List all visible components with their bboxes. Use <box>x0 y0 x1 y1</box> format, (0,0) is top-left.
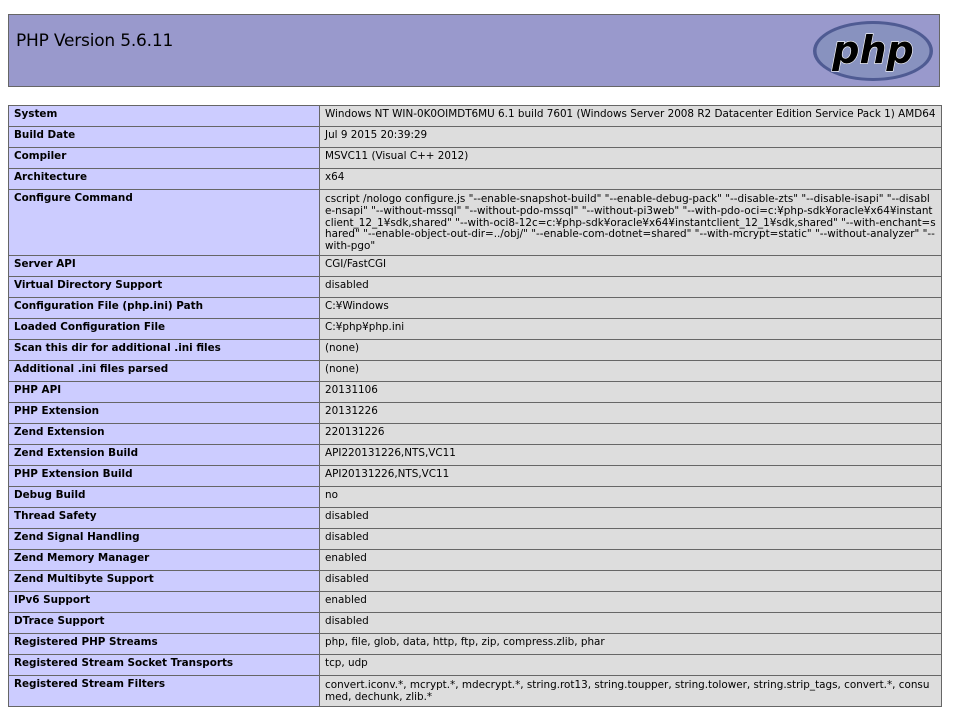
page-header: PHP Version 5.6.11 php <box>8 14 940 87</box>
table-row: Zend Signal Handling disabled <box>8 527 942 550</box>
row-value: 20131106 <box>319 380 942 403</box>
row-value: API20131226,NTS,VC11 <box>319 464 942 487</box>
row-label: DTrace Support <box>8 611 320 634</box>
row-label: Zend Extension <box>8 422 320 445</box>
php-logo-text: php <box>831 28 913 72</box>
row-value: MSVC11 (Visual C++ 2012) <box>319 147 942 169</box>
row-value: cscript /nologo configure.js "--enable-s… <box>319 189 942 256</box>
info-table-body: System Windows NT WIN-0K0OIMDT6MU 6.1 bui… <box>8 105 942 707</box>
row-label: Zend Multibyte Support <box>8 569 320 592</box>
row-label: Architecture <box>8 168 320 190</box>
row-label: Zend Signal Handling <box>8 527 320 550</box>
row-label: Configure Command <box>8 189 320 256</box>
row-value: (none) <box>319 338 942 361</box>
row-label: Configuration File (php.ini) Path <box>8 296 320 319</box>
row-label: Zend Memory Manager <box>8 548 320 571</box>
row-value: disabled <box>319 569 942 592</box>
table-row: Registered Stream Socket Transports tcp, … <box>8 653 942 676</box>
table-row: DTrace Support disabled <box>8 611 942 634</box>
row-label: PHP API <box>8 380 320 403</box>
page-title: PHP Version 5.6.11 <box>16 31 174 51</box>
row-label: Debug Build <box>8 485 320 508</box>
row-value: disabled <box>319 506 942 529</box>
row-value: convert.iconv.*, mcrypt.*, mdecrypt.*, s… <box>319 674 942 707</box>
row-value: enabled <box>319 590 942 613</box>
row-label: Virtual Directory Support <box>8 275 320 298</box>
table-row: Registered PHP Streams php, file, glob, d… <box>8 632 942 655</box>
row-value: C:¥Windows <box>319 296 942 319</box>
table-row: Virtual Directory Support disabled <box>8 275 942 298</box>
table-row: Configure Command cscript /nologo configu… <box>8 189 942 256</box>
row-value: php, file, glob, data, http, ftp, zip, c… <box>319 632 942 655</box>
table-row: Additional .ini files parsed (none) <box>8 359 942 382</box>
table-row: Zend Memory Manager enabled <box>8 548 942 571</box>
table-row: Debug Build no <box>8 485 942 508</box>
row-value: API220131226,NTS,VC11 <box>319 443 942 466</box>
row-label: Registered Stream Socket Transports <box>8 653 320 676</box>
row-value: enabled <box>319 548 942 571</box>
table-row: Loaded Configuration File C:¥php¥php.ini <box>8 317 942 340</box>
table-row: Zend Extension 220131226 <box>8 422 942 445</box>
table-row: Compiler MSVC11 (Visual C++ 2012) <box>8 147 942 169</box>
row-value: disabled <box>319 275 942 298</box>
table-row: Scan this dir for additional .ini files(… <box>8 338 942 361</box>
row-label: PHP Extension <box>8 401 320 424</box>
table-row: Zend Extension Build API220131226,NTS,VC1… <box>8 443 942 466</box>
row-value: C:¥php¥php.ini <box>319 317 942 340</box>
row-label: Registered PHP Streams <box>8 632 320 655</box>
row-value: x64 <box>319 168 942 190</box>
row-value: no <box>319 485 942 508</box>
table-row: Build Date Jul 9 2015 20:39:29 <box>8 126 942 148</box>
table-row: Configuration File (php.ini) Path C:¥Wind… <box>8 296 942 319</box>
row-label: Additional .ini files parsed <box>8 359 320 382</box>
row-label: System <box>8 105 320 127</box>
row-value: Jul 9 2015 20:39:29 <box>319 126 942 148</box>
info-table: System Windows NT WIN-0K0OIMDT6MU 6.1 bui… <box>8 105 942 707</box>
row-value: 220131226 <box>319 422 942 445</box>
row-label: Build Date <box>8 126 320 148</box>
table-row: System Windows NT WIN-0K0OIMDT6MU 6.1 bui… <box>8 105 942 127</box>
table-row: PHP API 20131106 <box>8 380 942 403</box>
table-row: PHP Extension 20131226 <box>8 401 942 424</box>
table-row: IPv6 Support enabled <box>8 590 942 613</box>
table-row: Registered Stream Filters convert.iconv.*… <box>8 674 942 707</box>
row-value: disabled <box>319 527 942 550</box>
row-label: Scan this dir for additional .ini files <box>8 338 320 361</box>
row-value: disabled <box>319 611 942 634</box>
row-value: 20131226 <box>319 401 942 424</box>
row-value: CGI/FastCGI <box>319 254 942 277</box>
row-label: Server API <box>8 254 320 277</box>
table-row: PHP Extension Build API20131226,NTS,VC11 <box>8 464 942 487</box>
row-label: Zend Extension Build <box>8 443 320 466</box>
php-logo[interactable]: php <box>811 19 935 83</box>
row-label: PHP Extension Build <box>8 464 320 487</box>
table-row: Architecture x64 <box>8 168 942 190</box>
table-row: Zend Multibyte Support disabled <box>8 569 942 592</box>
row-label: Compiler <box>8 147 320 169</box>
row-label: Thread Safety <box>8 506 320 529</box>
table-row: Server API CGI/FastCGI <box>8 254 942 277</box>
row-value: (none) <box>319 359 942 382</box>
row-label: IPv6 Support <box>8 590 320 613</box>
row-label: Loaded Configuration File <box>8 317 320 340</box>
row-value: Windows NT WIN-0K0OIMDT6MU 6.1 build 760… <box>319 105 942 127</box>
row-label: Registered Stream Filters <box>8 674 320 707</box>
table-row: Thread Safety disabled <box>8 506 942 529</box>
row-value: tcp, udp <box>319 653 942 676</box>
